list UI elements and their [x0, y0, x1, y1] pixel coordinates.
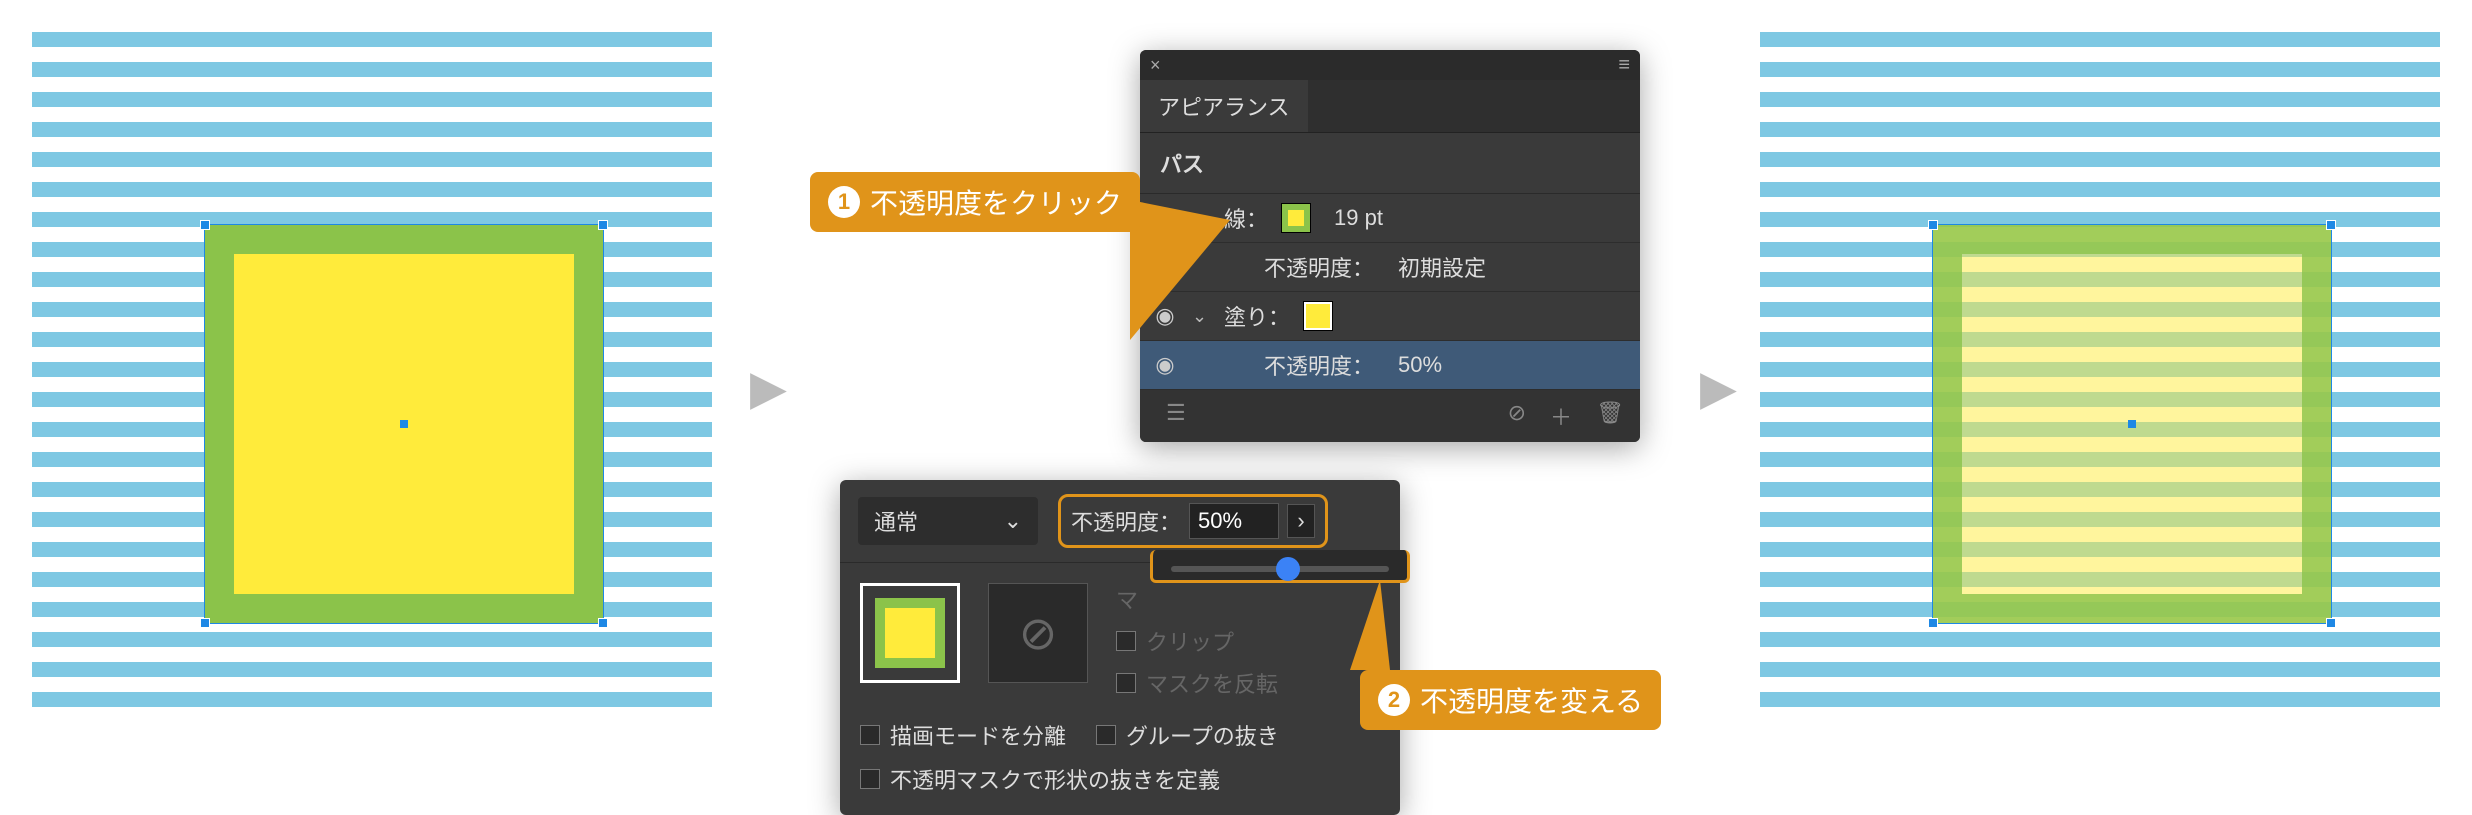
checkbox-icon[interactable] [1116, 673, 1136, 693]
selected-shape-after[interactable] [1932, 224, 2332, 624]
stroke-weight[interactable]: 19 pt [1334, 205, 1383, 231]
clip-label: クリップ [1146, 625, 1234, 657]
artboard-before [32, 32, 712, 722]
checkbox-icon[interactable] [1116, 631, 1136, 651]
make-mask-button[interactable]: マ [1116, 583, 1278, 615]
opacity-field-group: 不透明度： › [1058, 494, 1328, 548]
stroke-swatch[interactable] [1282, 204, 1310, 232]
artboard-after [1760, 32, 2440, 722]
callout-text: 不透明度を変える [1420, 680, 1643, 720]
opacity-slider[interactable] [1171, 566, 1389, 572]
panel-tabbar: アピアランス [1140, 80, 1640, 133]
fill-opacity-row[interactable]: ◉ 不透明度： 50% [1140, 341, 1640, 390]
opacity-value[interactable]: 初期設定 [1398, 251, 1486, 283]
resize-handle[interactable] [200, 618, 210, 628]
list-icon[interactable]: ☰ [1166, 400, 1186, 432]
fill-label: 塗り： [1224, 300, 1290, 332]
stroke-label: 線： [1224, 202, 1268, 234]
resize-handle[interactable] [1928, 618, 1938, 628]
panel-titlebar[interactable]: × ≡ [1140, 50, 1640, 80]
callout-pointer [1350, 580, 1390, 670]
object-thumbnail[interactable] [860, 583, 960, 683]
resize-handle[interactable] [2326, 220, 2336, 230]
callout-number: 2 [1378, 684, 1410, 716]
step-arrow-icon: ▶ [1700, 360, 1737, 416]
opacity-value[interactable]: 50% [1398, 352, 1442, 378]
define-label: 不透明マスクで形状の抜きを定義 [890, 763, 1220, 795]
knockout-label: グループの抜き [1126, 719, 1279, 751]
callout-click-opacity: 1 不透明度をクリック [810, 172, 1140, 232]
opacity-label: 不透明度： [1264, 251, 1374, 283]
resize-handle[interactable] [598, 618, 608, 628]
chevron-down-icon: ⌄ [1004, 508, 1022, 534]
mask-thumbnail[interactable]: ⊘ [988, 583, 1088, 683]
transparency-panel: 通常 ⌄ 不透明度： › ⊘ マ クリップ [840, 480, 1400, 815]
callout-pointer [1130, 200, 1230, 340]
resize-handle[interactable] [2326, 618, 2336, 628]
slider-thumb[interactable] [1276, 557, 1300, 581]
target-type-label: パス [1140, 133, 1640, 194]
blend-mode-select[interactable]: 通常 ⌄ [858, 497, 1038, 545]
invert-label: マスクを反転 [1146, 667, 1278, 699]
thumbnail-shape [875, 598, 945, 668]
no-symbol-icon[interactable]: ⊘ [1508, 400, 1526, 432]
isolate-label: 描画モードを分離 [890, 719, 1066, 751]
step-arrow-icon: ▶ [750, 360, 787, 416]
resize-handle[interactable] [200, 220, 210, 230]
center-point [2128, 420, 2136, 428]
define-knockout-checkbox-row[interactable]: 不透明マスクで形状の抜きを定義 [860, 763, 1380, 795]
checkbox-icon[interactable] [860, 725, 880, 745]
resize-handle[interactable] [598, 220, 608, 230]
opacity-label: 不透明度： [1071, 505, 1181, 537]
callout-change-opacity: 2 不透明度を変える [1360, 670, 1661, 730]
visibility-icon[interactable]: ◉ [1152, 352, 1178, 378]
opacity-label: 不透明度： [1264, 349, 1374, 381]
add-icon[interactable]: ＋ [1550, 400, 1572, 432]
callout-number: 1 [828, 186, 860, 218]
callout-text: 不透明度をクリック [870, 182, 1122, 222]
isolate-blending-checkbox-row[interactable]: 描画モードを分離 [860, 719, 1066, 751]
tab-appearance[interactable]: アピアランス [1140, 80, 1308, 132]
close-icon[interactable]: × [1150, 55, 1161, 76]
selected-shape-before[interactable] [204, 224, 604, 624]
clip-checkbox-row[interactable]: クリップ [1116, 625, 1278, 657]
panel-menu-icon[interactable]: ≡ [1618, 54, 1630, 77]
trash-icon[interactable]: 🗑 [1596, 400, 1624, 432]
resize-handle[interactable] [1928, 220, 1938, 230]
fill-swatch[interactable] [1304, 302, 1332, 330]
checkbox-icon[interactable] [1096, 725, 1116, 745]
invert-mask-checkbox-row[interactable]: マスクを反転 [1116, 667, 1278, 699]
opacity-slider-popup [1150, 550, 1410, 583]
opacity-input[interactable] [1189, 503, 1279, 539]
center-point [400, 420, 408, 428]
opacity-slider-toggle[interactable]: › [1287, 504, 1315, 538]
blend-mode-value: 通常 [874, 505, 918, 537]
checkbox-icon[interactable] [860, 769, 880, 789]
panel-footer: ☰ ⊘ ＋ 🗑 [1140, 390, 1640, 442]
knockout-group-checkbox-row[interactable]: グループの抜き [1096, 719, 1279, 751]
